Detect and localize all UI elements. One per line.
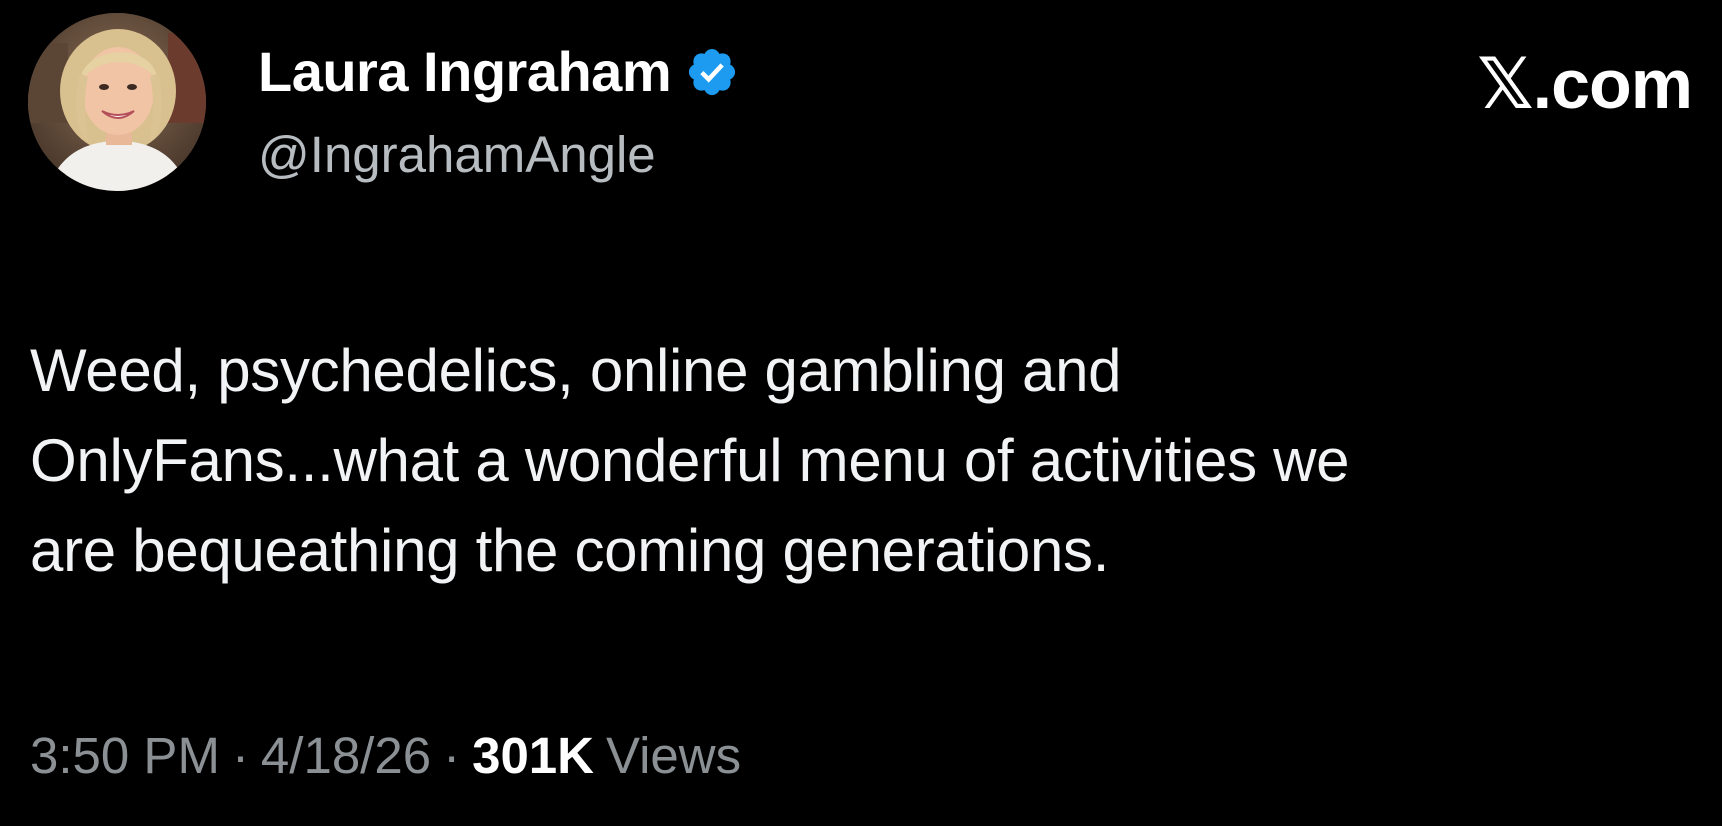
tweet-meta: 3:50 PM · 4/18/26 · 301K Views: [30, 722, 741, 790]
x-com-watermark: 𝕏.com: [1477, 45, 1693, 123]
author-info: Laura Ingraham: [258, 36, 739, 108]
avatar-image: [28, 13, 206, 191]
separator: ·: [231, 727, 249, 784]
tweet-time[interactable]: 3:50 PM: [30, 722, 220, 790]
views-count: 301K: [472, 727, 594, 784]
tweet-card: Laura Ingraham @IngrahamAngle 𝕏.com Weed…: [0, 0, 1722, 826]
author-handle[interactable]: @IngrahamAngle: [258, 122, 656, 188]
tweet-text: Weed, psychedelics, online gambling and …: [30, 337, 1350, 584]
views-label: Views: [606, 727, 742, 784]
verified-badge-icon: [685, 45, 739, 99]
tweet-date[interactable]: 4/18/26: [261, 722, 431, 790]
separator: ·: [443, 727, 461, 784]
author-display-name[interactable]: Laura Ingraham: [258, 36, 672, 108]
avatar[interactable]: [28, 13, 206, 191]
